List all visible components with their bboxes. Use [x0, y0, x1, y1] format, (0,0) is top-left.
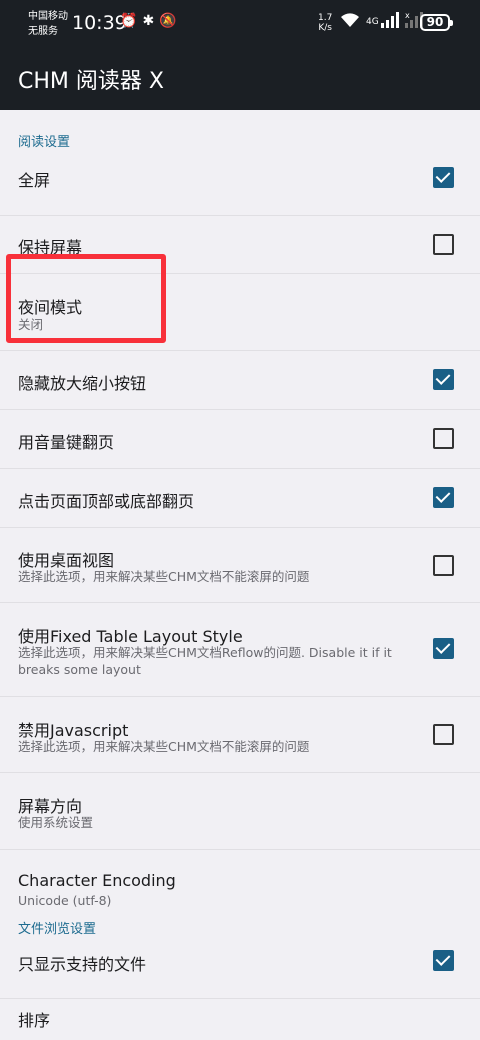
section-header-reading: 阅读设置	[18, 135, 71, 150]
disable-js-checkbox[interactable]	[433, 724, 454, 745]
app-bar: CHM 阅读器 X	[0, 48, 480, 110]
setting-subtitle: 选择此选项，用来解决某些CHM文档Reflow的问题. Disable it i…	[18, 645, 392, 677]
signal-icon	[380, 12, 399, 32]
carrier-name: 中国移动	[28, 11, 68, 22]
status-icons-right: 4G x	[340, 11, 423, 32]
net-speed-value: 1.7	[318, 13, 333, 23]
net-speed-unit: K/s	[318, 23, 332, 33]
setting-title: 保持屏幕	[18, 238, 83, 257]
setting-hide-zoom[interactable]: 隐藏放大缩小按钮	[0, 351, 480, 410]
alarm-icon: ⏰	[120, 13, 138, 29]
carrier-info: 中国移动 无服务	[28, 9, 68, 39]
status-icons-left: ⏰ ✱ 🔕	[120, 13, 177, 29]
setting-subtitle: Unicode (utf-8)	[18, 893, 112, 908]
setting-title: 隐藏放大缩小按钮	[18, 374, 147, 393]
setting-desktop-view[interactable]: 使用桌面视图 选择此选项，用来解决某些CHM文档不能滚屏的问题	[0, 528, 480, 603]
setting-volume-key[interactable]: 用音量键翻页	[0, 410, 480, 469]
network-type: 4G	[366, 17, 379, 27]
setting-fullscreen[interactable]: 全屏	[0, 158, 480, 216]
setting-tap-page[interactable]: 点击页面顶部或底部翻页	[0, 469, 480, 528]
setting-title: Character Encoding	[18, 871, 176, 890]
setting-title: 点击页面顶部或底部翻页	[18, 492, 195, 511]
supported-files-checkbox[interactable]	[433, 950, 454, 971]
tap-page-checkbox[interactable]	[433, 487, 454, 508]
setting-keep-screen[interactable]: 保持屏幕	[0, 216, 480, 274]
app-title: CHM 阅读器 X	[18, 69, 164, 94]
setting-character-encoding[interactable]: Character Encoding Unicode (utf-8)	[0, 850, 480, 913]
setting-subtitle: 选择此选项，用来解决某些CHM文档不能滚屏的问题	[18, 569, 310, 584]
setting-supported-files[interactable]: 只显示支持的文件	[0, 941, 480, 999]
setting-title: 全屏	[18, 171, 51, 190]
setting-sort[interactable]: 排序	[0, 999, 480, 1040]
setting-subtitle: 使用系统设置	[18, 815, 94, 830]
mute-icon: 🔕	[159, 13, 177, 29]
setting-subtitle: 关闭	[18, 317, 44, 332]
settings-list: 阅读设置 全屏 保持屏幕 夜间模式 关闭 隐藏放大缩小按钮 用音量键翻页 点击页…	[0, 110, 480, 1040]
status-bar: 中国移动 无服务 10:39 ⏰ ✱ 🔕 1.7 K/s 4G x 90	[0, 0, 480, 48]
service-status: 无服务	[28, 26, 58, 37]
keep-screen-checkbox[interactable]	[433, 234, 454, 255]
status-time: 10:39	[72, 12, 127, 34]
setting-title: 用音量键翻页	[18, 433, 115, 452]
setting-screen-orientation[interactable]: 屏幕方向 使用系统设置	[0, 773, 480, 850]
wifi-icon	[340, 12, 360, 32]
setting-disable-js[interactable]: 禁用Javascript 选择此选项，用来解决某些CHM文档不能滚屏的问题	[0, 697, 480, 773]
hide-zoom-checkbox[interactable]	[433, 369, 454, 390]
svg-text:x: x	[405, 12, 410, 20]
desktop-view-checkbox[interactable]	[433, 555, 454, 576]
setting-night-mode[interactable]: 夜间模式 关闭	[0, 274, 480, 351]
setting-title: 只显示支持的文件	[18, 955, 147, 974]
setting-subtitle: 选择此选项，用来解决某些CHM文档不能滚屏的问题	[18, 739, 310, 754]
fullscreen-checkbox[interactable]	[433, 167, 454, 188]
fixed-table-checkbox[interactable]	[433, 638, 454, 659]
bluetooth-icon: ✱	[142, 13, 155, 29]
network-speed: 1.7 K/s	[318, 13, 332, 33]
section-header-browsing: 文件浏览设置	[18, 922, 97, 937]
setting-title: 夜间模式	[18, 298, 83, 317]
setting-title: 排序	[18, 1011, 51, 1030]
setting-fixed-table[interactable]: 使用Fixed Table Layout Style 选择此选项，用来解决某些C…	[0, 603, 480, 697]
volume-key-checkbox[interactable]	[433, 428, 454, 449]
battery-indicator: 90	[420, 14, 453, 31]
